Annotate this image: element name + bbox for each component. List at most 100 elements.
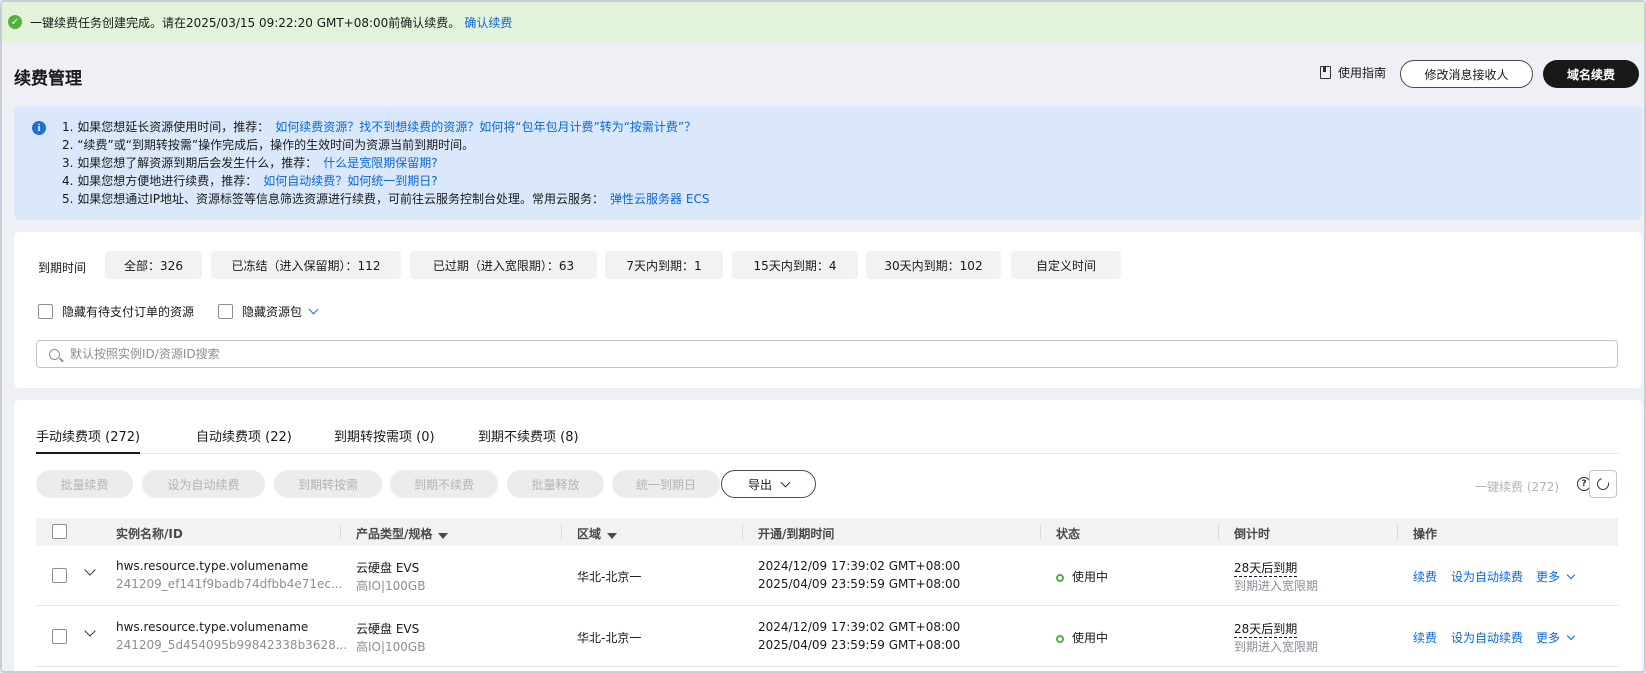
set-auto-renew-button[interactable]: 设为自动续费 [142, 470, 265, 498]
search-icon [49, 348, 60, 360]
info-line-link[interactable]: 什么是宽限期保留期? [323, 156, 437, 170]
user-guide-label: 使用指南 [1338, 66, 1387, 80]
product-type: 云硬盘 EVS [356, 622, 420, 636]
filter-chip-all[interactable]: 全部：326 [105, 251, 202, 279]
chevron-down-icon [780, 477, 791, 487]
info-line-link[interactable]: 弹性云服务器 ECS [610, 192, 709, 206]
filter-panel: 到期时间 全部：326 已冻结（进入保留期）：112 已过期（进入宽限期）：63… [14, 232, 1642, 388]
more-actions-link[interactable]: 更多 [1536, 629, 1576, 646]
info-line-text: 2. “续费”或“到期转按需”操作完成后，操作的生效时间为资源当前到期时间。 [62, 138, 475, 152]
more-label: 更多 [1536, 631, 1561, 645]
info-line-link[interactable]: 如何续费资源？找不到想续费的资源？如何将“包年包月计费”转为“按需计费”？ [275, 120, 696, 134]
product-spec: 高IO|100GB [356, 579, 426, 593]
page-header: 续费管理 使用指南 修改消息接收人 域名续费 [2, 42, 1644, 102]
hide-pending-label: 隐藏有待支付订单的资源 [62, 305, 195, 319]
batch-release-button[interactable]: 批量释放 [507, 470, 604, 498]
col-divider [561, 524, 562, 540]
chevron-down-icon[interactable] [308, 304, 319, 315]
countdown: 28天后到期 [1234, 561, 1298, 577]
info-line-text: 5. 如果您想通过IP地址、资源标签等信息筛选资源进行续费，可前往云服务控制台处… [62, 192, 605, 206]
tab-auto-renewal[interactable]: 自动续费项 (22) [196, 426, 292, 454]
set-auto-renew-link[interactable]: 设为自动续费 [1451, 629, 1523, 646]
info-line-link[interactable]: 如何自动续费？如何统一到期日? [263, 174, 437, 188]
info-line-1: 1. 如果您想延长资源使用时间，推荐： 如何续费资源？找不到想续费的资源？如何将“… [62, 118, 696, 135]
row-checkbox[interactable] [52, 568, 67, 583]
col-instance: 实例名称/ID [116, 527, 183, 541]
table-header: 实例名称/ID 产品类型/规格 区域 开通/到期时间 状态 倒计时 操作 [36, 518, 1618, 546]
refresh-button[interactable] [1589, 470, 1617, 498]
search-box[interactable] [36, 340, 1618, 368]
info-icon: i [32, 121, 46, 135]
status-label: 使用中 [1072, 631, 1109, 645]
countdown-sub: 到期进入宽限期 [1234, 640, 1319, 654]
tab-manual-renewal[interactable]: 手动续费项 (272) [36, 426, 141, 454]
search-input[interactable] [70, 347, 1482, 361]
domain-renew-button[interactable]: 域名续费 [1543, 60, 1639, 88]
export-button[interactable]: 导出 [721, 470, 816, 498]
more-actions-link[interactable]: 更多 [1536, 568, 1576, 585]
hide-package-option[interactable]: 隐藏资源包 [218, 303, 319, 320]
instance-name: hws.resource.type.volumename [116, 559, 309, 573]
expand-row-icon[interactable] [84, 564, 96, 576]
unify-expiry-button[interactable]: 统一到期日 [612, 470, 720, 498]
info-line-text: 3. 如果您想了解资源到期后会发生什么，推荐： [62, 156, 318, 170]
instance-id: 241209_ef141f9badb74dfbb4e71ec... [116, 577, 343, 591]
one-click-renew-button[interactable]: 一键续费 (272) [1475, 478, 1559, 495]
set-auto-renew-link[interactable]: 设为自动续费 [1451, 568, 1523, 585]
tab-pay-per-use-on-expiry[interactable]: 到期转按需项 (0) [334, 426, 435, 454]
product-type: 云硬盘 EVS [356, 561, 420, 575]
no-renew-button[interactable]: 到期不续费 [390, 470, 498, 498]
chevron-down-icon [1566, 570, 1576, 580]
user-guide-link[interactable]: 使用指南 [1320, 64, 1386, 81]
region: 华北-北京一 [577, 631, 642, 645]
hide-pending-orders-option[interactable]: 隐藏有待支付订单的资源 [38, 303, 194, 320]
status: 使用中 [1056, 568, 1108, 585]
info-line-text: 1. 如果您想延长资源使用时间，推荐： [62, 120, 270, 134]
confirm-renewal-link[interactable]: 确认续费 [464, 14, 512, 31]
filter-chip-expired[interactable]: 已过期（进入宽限期）：63 [410, 251, 597, 279]
check-circle-icon: ✓ [8, 15, 22, 29]
resource-list-panel: 手动续费项 (272) 自动续费项 (22) 到期转按需项 (0) 到期不续费项… [14, 400, 1642, 671]
to-pay-per-use-button[interactable]: 到期转按需 [274, 470, 382, 498]
open-time: 2024/12/09 17:39:02 GMT+08:00 [758, 559, 961, 573]
table-row: hws.resource.type.volumename 241209_ef14… [36, 546, 1618, 606]
col-status: 状态 [1056, 527, 1081, 541]
filter-chip-frozen[interactable]: 已冻结（进入保留期）：112 [211, 251, 401, 279]
tab-no-renewal[interactable]: 到期不续费项 (8) [478, 426, 579, 454]
filter-icon[interactable] [438, 533, 449, 539]
hide-package-label: 隐藏资源包 [242, 305, 303, 319]
expire-time: 2025/04/09 23:59:59 GMT+08:00 [758, 577, 961, 591]
renew-link[interactable]: 续费 [1413, 568, 1437, 585]
hide-pending-checkbox[interactable] [38, 304, 53, 319]
row-checkbox[interactable] [52, 629, 67, 644]
col-product[interactable]: 产品类型/规格 [356, 525, 449, 542]
countdown: 28天后到期 [1234, 622, 1298, 638]
expiry-filter-label: 到期时间 [38, 261, 87, 275]
chevron-down-icon [1566, 631, 1576, 641]
col-region[interactable]: 区域 [577, 525, 618, 542]
hide-package-checkbox[interactable] [218, 304, 233, 319]
filter-icon[interactable] [607, 533, 618, 539]
col-time: 开通/到期时间 [758, 527, 835, 541]
select-all-checkbox[interactable] [52, 524, 67, 539]
more-label: 更多 [1536, 570, 1561, 584]
filter-chip-15days[interactable]: 15天内到期：4 [732, 251, 858, 279]
info-notice: i 1. 如果您想延长资源使用时间，推荐： 如何续费资源？找不到想续费的资源？如何… [14, 106, 1642, 220]
banner-message: 一键续费任务创建完成。请在2025/03/15 09:22:20 GMT+08:… [30, 15, 461, 30]
status: 使用中 [1056, 629, 1108, 646]
col-divider [1040, 524, 1041, 540]
filter-chip-30days[interactable]: 30天内到期：102 [866, 251, 1001, 279]
page-title: 续费管理 [14, 69, 82, 89]
info-line-2: 2. “续费”或“到期转按需”操作完成后，操作的生效时间为资源当前到期时间。 [62, 136, 474, 153]
instance-name: hws.resource.type.volumename [116, 620, 309, 634]
modify-recipient-button[interactable]: 修改消息接收人 [1400, 60, 1533, 88]
batch-renew-button[interactable]: 批量续费 [36, 470, 133, 498]
renew-link[interactable]: 续费 [1413, 629, 1437, 646]
filter-chip-7days[interactable]: 7天内到期：1 [605, 251, 723, 279]
filter-chip-custom[interactable]: 自定义时间 [1011, 251, 1121, 279]
info-line-5: 5. 如果您想通过IP地址、资源标签等信息筛选资源进行续费，可前往云服务控制台处… [62, 190, 709, 207]
expand-row-icon[interactable] [84, 625, 96, 637]
page-frame: ✓ 一键续费任务创建完成。请在2025/03/15 09:22:20 GMT+0… [0, 0, 1646, 673]
col-countdown: 倒计时 [1234, 527, 1271, 541]
status-dot-icon [1056, 574, 1064, 582]
